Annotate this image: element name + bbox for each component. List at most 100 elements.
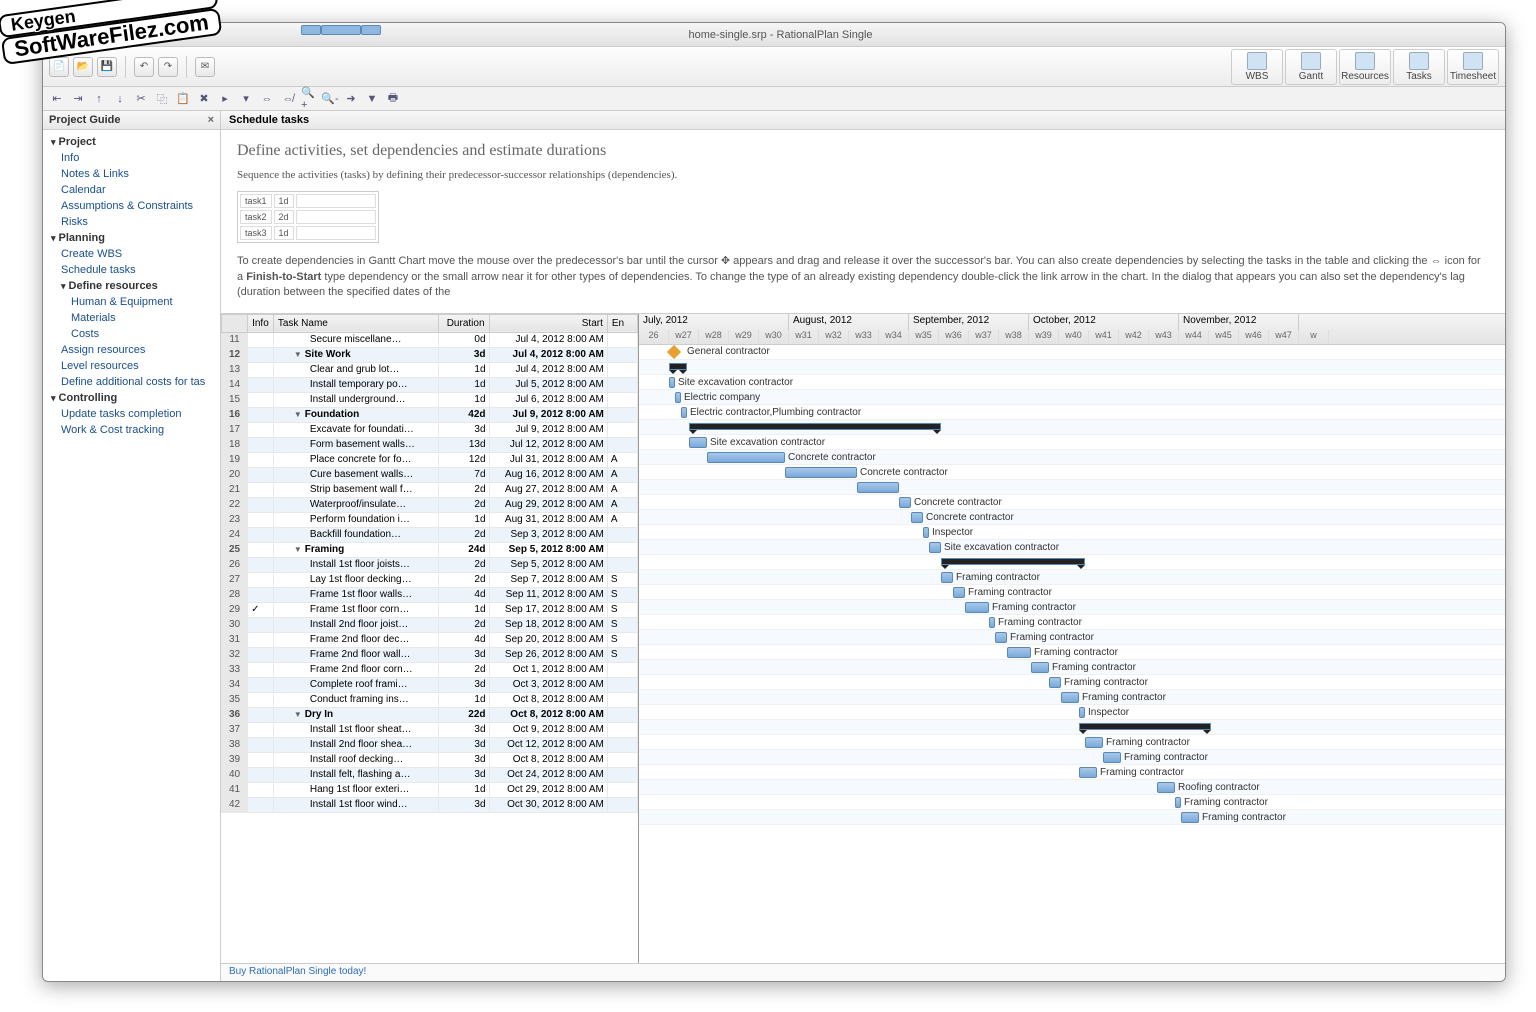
gantt-row[interactable]: Framing contractor: [639, 750, 1505, 765]
task-bar[interactable]: Concrete contractor: [785, 467, 857, 478]
task-bar[interactable]: Framing contractor: [941, 572, 953, 583]
mode-gantt-button[interactable]: Gantt: [1285, 49, 1337, 85]
gantt-row[interactable]: Framing contractor: [639, 660, 1505, 675]
gantt-row[interactable]: Framing contractor: [639, 690, 1505, 705]
task-bar[interactable]: Framing contractor: [1079, 767, 1097, 778]
table-row[interactable]: 31Frame 2nd floor dec…4dSep 20, 2012 8:0…: [222, 632, 638, 647]
table-row[interactable]: 39Install roof decking…3dOct 8, 2012 8:0…: [222, 752, 638, 767]
table-row[interactable]: 36▼Dry In22dOct 8, 2012 8:00 AM: [222, 707, 638, 722]
table-row[interactable]: 29✓Frame 1st floor corn…1dSep 17, 2012 8…: [222, 602, 638, 617]
copy-icon[interactable]: ⿻: [154, 91, 170, 107]
open-button[interactable]: 📂: [73, 57, 93, 77]
sidebar-group[interactable]: Planning: [43, 230, 220, 246]
sidebar-group[interactable]: Controlling: [43, 390, 220, 406]
table-row[interactable]: 17Excavate for foundati…3dJul 9, 2012 8:…: [222, 422, 638, 437]
task-bar[interactable]: Inspector: [923, 527, 929, 538]
summary-bar[interactable]: [941, 558, 1085, 565]
gantt-row[interactable]: Concrete contractor: [639, 450, 1505, 465]
table-row[interactable]: 37Install 1st floor sheat…3dOct 9, 2012 …: [222, 722, 638, 737]
task-bar[interactable]: Framing contractor: [1103, 752, 1121, 763]
table-row[interactable]: 34Complete roof frami…3dOct 3, 2012 8:00…: [222, 677, 638, 692]
col-info[interactable]: Info: [248, 314, 274, 332]
mode-timesheet-button[interactable]: Timesheet: [1447, 49, 1499, 85]
task-bar[interactable]: Concrete contractor: [707, 452, 785, 463]
gantt-row[interactable]: Framing contractor: [639, 585, 1505, 600]
table-row[interactable]: 13Clear and grub lot…1dJul 4, 2012 8:00 …: [222, 362, 638, 377]
task-bar[interactable]: Site excavation contractor: [689, 437, 707, 448]
table-row[interactable]: 20Cure basement walls…7dAug 16, 2012 8:0…: [222, 467, 638, 482]
col-duration[interactable]: Duration: [439, 314, 489, 332]
table-row[interactable]: 21Strip basement wall f…2dAug 27, 2012 8…: [222, 482, 638, 497]
window-zoom-button[interactable]: [85, 29, 96, 40]
gantt-row[interactable]: Concrete contractor: [639, 495, 1505, 510]
table-row[interactable]: 32Frame 2nd floor wall…3dSep 26, 2012 8:…: [222, 647, 638, 662]
undo-button[interactable]: ↶: [134, 57, 154, 77]
task-bar[interactable]: Framing contractor: [953, 587, 965, 598]
task-bar[interactable]: Framing contractor: [1061, 692, 1079, 703]
expand-icon[interactable]: ▸: [217, 91, 233, 107]
sidebar-item[interactable]: Update tasks completion: [43, 406, 220, 422]
sidebar-item[interactable]: Define additional costs for tas: [43, 374, 220, 390]
sidebar-item[interactable]: Materials: [43, 310, 220, 326]
table-row[interactable]: 11Secure miscellane…0dJul 4, 2012 8:00 A…: [222, 332, 638, 347]
gantt-row[interactable]: Site excavation contractor: [639, 435, 1505, 450]
gantt-row[interactable]: Framing contractor: [639, 615, 1505, 630]
sidebar-item[interactable]: Human & Equipment: [43, 294, 220, 310]
zoom-in-icon[interactable]: 🔍+: [301, 91, 317, 107]
summary-bar[interactable]: [1079, 723, 1211, 730]
table-row[interactable]: 38Install 2nd floor shea…3dOct 12, 2012 …: [222, 737, 638, 752]
task-bar[interactable]: Framing contractor: [1007, 647, 1031, 658]
task-bar[interactable]: [857, 482, 899, 493]
print-icon[interactable]: 🖶: [385, 91, 401, 107]
table-row[interactable]: 23Perform foundation i…1dAug 31, 2012 8:…: [222, 512, 638, 527]
task-bar[interactable]: Electric company: [675, 392, 681, 403]
gantt-chart[interactable]: July, 2012August, 2012September, 2012Oct…: [639, 314, 1505, 963]
table-row[interactable]: 19Place concrete for fo…12dJul 31, 2012 …: [222, 452, 638, 467]
task-bar[interactable]: Framing contractor: [1049, 677, 1061, 688]
gantt-row[interactable]: Roofing contractor: [639, 780, 1505, 795]
collapse-icon[interactable]: ▾: [238, 91, 254, 107]
table-row[interactable]: 42Install 1st floor wind…3dOct 30, 2012 …: [222, 797, 638, 812]
mode-wbs-button[interactable]: WBS: [1231, 49, 1283, 85]
gantt-row[interactable]: Site excavation contractor: [639, 540, 1505, 555]
task-bar[interactable]: Concrete contractor: [911, 512, 923, 523]
gantt-row[interactable]: Electric company: [639, 390, 1505, 405]
table-row[interactable]: 40Install felt, flashing a…3dOct 24, 201…: [222, 767, 638, 782]
milestone-icon[interactable]: [667, 344, 681, 358]
gantt-row[interactable]: [639, 555, 1505, 570]
table-row[interactable]: 15Install underground…1dJul 6, 2012 8:00…: [222, 392, 638, 407]
gantt-row[interactable]: Inspector: [639, 525, 1505, 540]
delete-icon[interactable]: ✖: [196, 91, 212, 107]
sidebar-item[interactable]: Create WBS: [43, 246, 220, 262]
indent-right-icon[interactable]: ⇥: [70, 91, 86, 107]
sidebar-item[interactable]: Assumptions & Constraints: [43, 198, 220, 214]
table-row[interactable]: 22Waterproof/insulate…2dAug 29, 2012 8:0…: [222, 497, 638, 512]
gantt-row[interactable]: [639, 480, 1505, 495]
cut-icon[interactable]: ✂: [133, 91, 149, 107]
gantt-row[interactable]: Framing contractor: [639, 735, 1505, 750]
sidebar-item[interactable]: Level resources: [43, 358, 220, 374]
gantt-row[interactable]: Framing contractor: [639, 600, 1505, 615]
up-icon[interactable]: ↑: [91, 91, 107, 107]
task-bar[interactable]: Roofing contractor: [1157, 782, 1175, 793]
sidebar-item[interactable]: Work & Cost tracking: [43, 422, 220, 438]
paste-icon[interactable]: 📋: [175, 91, 191, 107]
gantt-row[interactable]: Framing contractor: [639, 675, 1505, 690]
promo-link[interactable]: Buy RationalPlan Single today!: [229, 966, 366, 977]
zoom-out-icon[interactable]: 🔍-: [322, 91, 338, 107]
task-bar[interactable]: Framing contractor: [1181, 812, 1199, 823]
gantt-row[interactable]: Inspector: [639, 705, 1505, 720]
task-bar[interactable]: Framing contractor: [1031, 662, 1049, 673]
sidebar-group[interactable]: Project: [43, 134, 220, 150]
task-table[interactable]: Info Task Name Duration Start En 11Secur…: [221, 314, 639, 963]
table-row[interactable]: 30Install 2nd floor joist…2dSep 18, 2012…: [222, 617, 638, 632]
gantt-row[interactable]: Framing contractor: [639, 765, 1505, 780]
close-icon[interactable]: ×: [208, 114, 214, 126]
gantt-row[interactable]: Framing contractor: [639, 570, 1505, 585]
task-bar[interactable]: Inspector: [1079, 707, 1085, 718]
col-row[interactable]: [222, 314, 248, 332]
redo-button[interactable]: ↷: [158, 57, 178, 77]
gantt-row[interactable]: Concrete contractor: [639, 510, 1505, 525]
gantt-row[interactable]: General contractor: [639, 345, 1505, 360]
unlink-icon[interactable]: ⇎: [280, 91, 296, 107]
